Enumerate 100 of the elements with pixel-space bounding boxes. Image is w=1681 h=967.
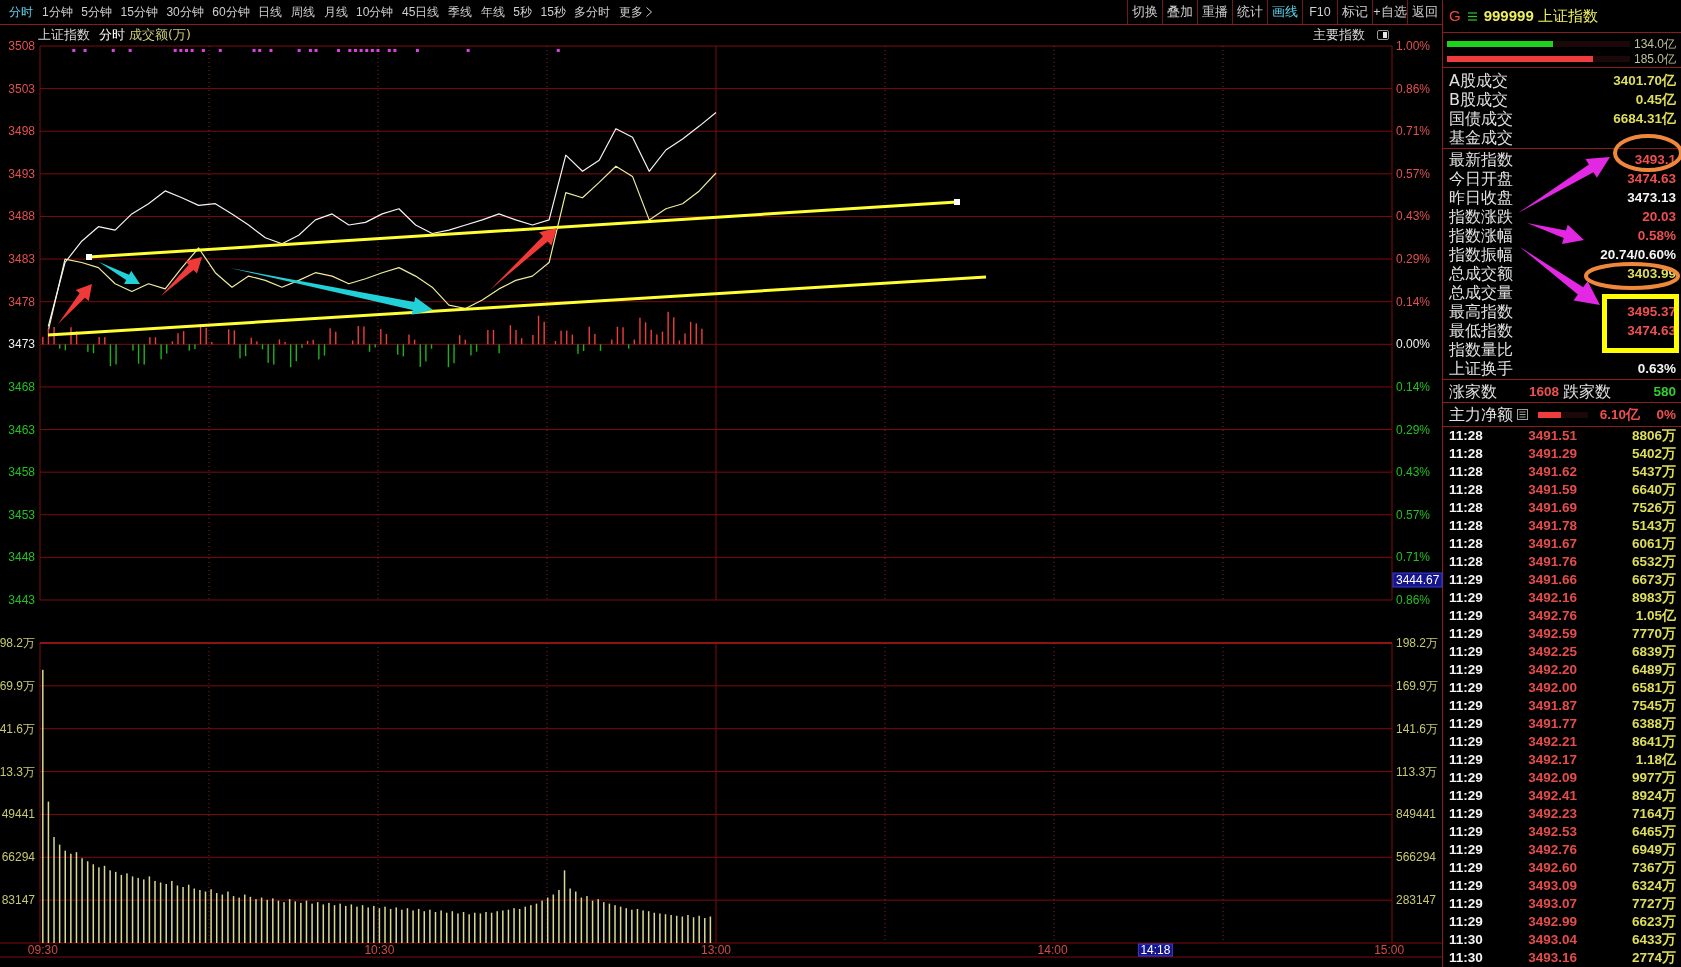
flow-amount: 6.10亿 — [1599, 407, 1640, 422]
tick-time: 11:29 — [1449, 732, 1484, 751]
price-axis-label: 3503 — [8, 81, 35, 96]
toolbar-button[interactable]: +自选 — [1372, 0, 1407, 24]
volume-bar — [249, 896, 252, 943]
percent-axis-label: 0.00% — [1396, 337, 1431, 352]
volume-bar — [417, 908, 420, 943]
toolbar-button[interactable]: 切换 — [1127, 0, 1162, 24]
tick-volume: 5402万 — [1630, 444, 1676, 463]
volume-axis-label: 83147 — [1, 893, 35, 908]
tick-volume: 8924万 — [1630, 786, 1676, 805]
tick-time: 11:29 — [1449, 570, 1484, 589]
tick-volume: 1.18亿 — [1634, 750, 1676, 769]
tick-time: 11:28 — [1449, 534, 1484, 553]
panel-toggle-icon[interactable] — [1377, 30, 1389, 40]
tick-time: 11:28 — [1449, 462, 1484, 481]
cursor-price-label: 3444.67 — [1392, 572, 1443, 588]
tick-time: 11:29 — [1449, 714, 1484, 733]
stat-value: 0.58% — [1637, 228, 1676, 243]
tick-price: 3493.09 — [1527, 876, 1577, 895]
volume-bar — [232, 896, 235, 943]
tick-price: 3492.25 — [1527, 642, 1577, 661]
period-tab[interactable]: 10分钟 — [351, 0, 398, 24]
volume-bar — [215, 893, 218, 943]
menu-icon[interactable] — [1467, 11, 1477, 21]
tick-time: 11:29 — [1449, 858, 1484, 877]
volume-bar — [277, 900, 280, 943]
tick-volume: 6324万 — [1630, 876, 1676, 895]
volume-bar — [187, 884, 190, 943]
stat-label: 昨日收盘 — [1449, 188, 1513, 207]
volume-bar — [389, 908, 392, 943]
tick-price: 3491.62 — [1527, 462, 1577, 481]
stat-label: 最高指数 — [1449, 302, 1513, 321]
list-icon[interactable] — [1517, 409, 1528, 420]
toolbar-button[interactable]: 返回 — [1407, 0, 1442, 24]
period-tab[interactable]: 周线 — [286, 0, 320, 24]
toolbar-button[interactable]: 叠加 — [1162, 0, 1197, 24]
percent-axis-label: 0.86% — [1396, 81, 1431, 96]
tick-price: 3492.99 — [1527, 912, 1577, 931]
volume-axis-label: 141.6万 — [1396, 721, 1439, 736]
tick-time: 11:28 — [1449, 552, 1484, 571]
stat-label: 主力净额 — [1449, 405, 1513, 424]
period-tab[interactable]: 15秒 — [536, 0, 571, 24]
volume-bar — [120, 874, 123, 943]
period-tab[interactable]: 1分钟 — [37, 0, 77, 24]
volume-bar — [653, 912, 656, 943]
tick-time: 11:28 — [1449, 498, 1484, 517]
tick-price: 3492.20 — [1527, 660, 1577, 679]
toolbar-button[interactable]: 画线 — [1267, 0, 1302, 24]
tick-price: 3492.00 — [1527, 678, 1577, 697]
period-tab[interactable]: 15分钟 — [116, 0, 163, 24]
period-tab[interactable]: 45日线 — [397, 0, 444, 24]
tick-volume: 8641万 — [1630, 732, 1676, 751]
period-tab[interactable]: 多分时 — [570, 0, 615, 24]
period-tab[interactable]: 月线 — [319, 0, 352, 24]
volume-bar — [131, 876, 134, 943]
tick-volume: 2774万 — [1630, 948, 1676, 967]
tick-volume: 7164万 — [1630, 804, 1676, 823]
tick-time: 11:29 — [1449, 678, 1484, 697]
volume-bar — [692, 917, 695, 943]
volume-bar — [580, 897, 583, 943]
period-tab[interactable]: 5分钟 — [76, 0, 117, 24]
volume-axis-label: 66294 — [1, 850, 35, 865]
volume-bar — [288, 899, 291, 943]
period-tab[interactable]: 30分钟 — [162, 0, 209, 24]
period-tab[interactable]: 60分钟 — [208, 0, 254, 24]
chart-title: 上证指数 — [38, 25, 90, 44]
market-tag: G — [1449, 4, 1461, 28]
toolbar-button[interactable]: 重播 — [1197, 0, 1232, 24]
volume-bar — [305, 900, 308, 943]
tick-volume: 5437万 — [1630, 462, 1676, 481]
volume-axis-label: 198.2万 — [1396, 636, 1439, 650]
toolbar-button[interactable]: 标记 — [1337, 0, 1372, 24]
volume-bar — [260, 897, 263, 943]
tick-price: 3491.77 — [1527, 714, 1577, 733]
toolbar-button[interactable]: 统计 — [1232, 0, 1267, 24]
period-tab[interactable]: 5秒 — [508, 0, 537, 24]
volume-bar — [608, 903, 611, 943]
stat-value: 3474.63 — [1627, 171, 1676, 186]
tick-price: 3492.76 — [1527, 606, 1577, 625]
volume-bar — [378, 908, 381, 943]
time-axis-label: 15:00 — [1374, 943, 1405, 957]
volume-bar — [322, 904, 325, 943]
percent-axis-label: 0.86% — [1396, 593, 1431, 607]
period-tab[interactable]: 日线 — [254, 0, 287, 24]
tick-price: 3492.21 — [1527, 732, 1577, 751]
tick-price: 3492.53 — [1527, 822, 1577, 841]
toolbar-button[interactable]: F10 — [1302, 0, 1337, 24]
period-tab[interactable]: 年线 — [476, 0, 509, 24]
stat-value: 20.03 — [1642, 209, 1676, 224]
percent-axis-label: 0.43% — [1396, 465, 1431, 480]
period-tab[interactable]: 分时 — [5, 0, 38, 24]
period-tab[interactable]: 季线 — [443, 0, 477, 24]
tick-price: 3492.16 — [1527, 588, 1577, 607]
volume-axis-label: 566294 — [1396, 850, 1437, 865]
period-tab[interactable]: 更多 — [614, 0, 657, 24]
index-selector[interactable]: 主要指数 — [1313, 25, 1365, 45]
tick-price: 3491.67 — [1527, 534, 1577, 553]
tick-volume: 7545万 — [1630, 696, 1676, 715]
volume-bar — [636, 908, 639, 943]
